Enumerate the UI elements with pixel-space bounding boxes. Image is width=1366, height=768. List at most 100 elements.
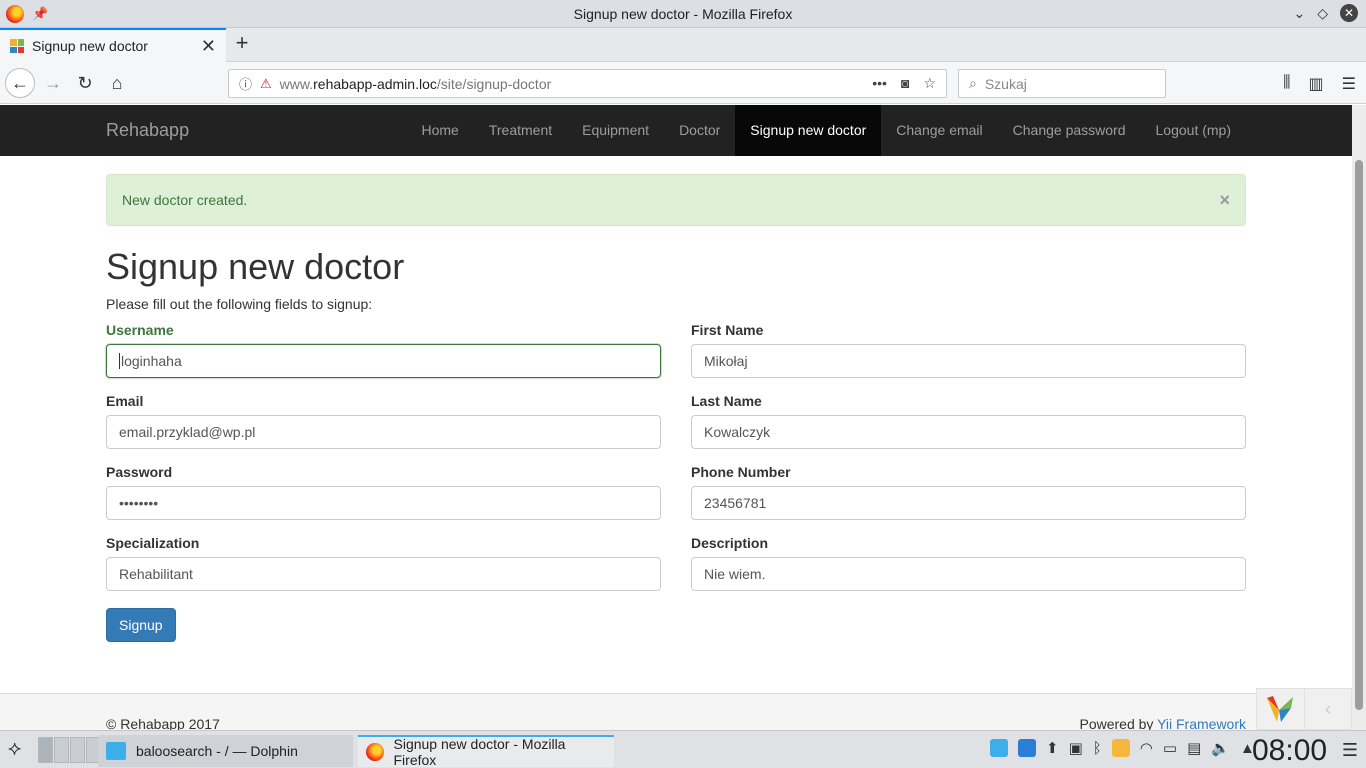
menu-home[interactable]: Home <box>406 105 473 156</box>
email-input[interactable]: email.przyklad@wp.pl <box>106 415 661 449</box>
alert-close-icon[interactable]: × <box>1219 190 1230 211</box>
menu-signup-new-doctor[interactable]: Signup new doctor <box>735 105 882 156</box>
battery-icon[interactable]: ▭ <box>1163 739 1177 757</box>
specialization-label: Specialization <box>106 535 200 551</box>
site-info-icon[interactable]: ⓘ <box>239 74 252 93</box>
minimize-icon[interactable]: ⌄ <box>1293 5 1305 22</box>
browser-toolbar: ← → ↻ ⌂ ⓘ ⚠ www.rehabapp-admin.loc/site/… <box>0 62 1366 104</box>
menu-doctor[interactable]: Doctor <box>664 105 735 156</box>
web-page: Rehabapp Home Treatment Equipment Doctor… <box>0 105 1352 730</box>
url-bar[interactable]: ⓘ ⚠ www.rehabapp-admin.loc/site/signup-d… <box>228 69 947 98</box>
email-label: Email <box>106 393 144 409</box>
phone-input[interactable]: 23456781 <box>691 486 1246 520</box>
yii-logo-icon[interactable] <box>1257 689 1304 729</box>
username-group: Username loginhaha <box>106 322 661 378</box>
bluetooth-icon[interactable]: ᛒ <box>1093 740 1102 757</box>
insecure-icon[interactable]: ⚠ <box>260 76 272 92</box>
yii-framework-link[interactable]: Yii Framework <box>1157 716 1246 730</box>
username-input[interactable]: loginhaha <box>106 344 661 378</box>
page-scrollbar[interactable] <box>1352 105 1366 730</box>
os-taskbar: ⯎ baloosearch - / — Dolphin Signup new d… <box>0 730 1366 768</box>
app-launcher-icon[interactable]: ⯎ <box>8 739 21 760</box>
sidebar-icon[interactable]: ▥ <box>1309 74 1324 94</box>
page-title: Signup new doctor <box>106 246 405 287</box>
description-input[interactable]: Nie wiem. <box>691 557 1246 591</box>
phone-group: Phone Number 23456781 <box>691 464 1246 520</box>
yii-debug-toolbar[interactable]: ‹ <box>1256 688 1352 730</box>
specialization-input[interactable]: Rehabilitant <box>106 557 661 591</box>
description-group: Description Nie wiem. <box>691 535 1246 591</box>
library-icon[interactable]: ⫼ <box>1283 74 1290 94</box>
site-menu: Home Treatment Equipment Doctor Signup n… <box>406 105 1246 156</box>
site-footer: © Rehabapp 2017 Powered by Yii Framework <box>0 693 1352 730</box>
first-name-label: First Name <box>691 322 764 338</box>
alert-message: New doctor created. <box>122 192 248 208</box>
username-label: Username <box>106 322 174 338</box>
form-intro: Please fill out the following fields to … <box>106 296 373 312</box>
virtual-desktop-pager[interactable] <box>38 737 101 763</box>
maximize-icon[interactable]: ◇ <box>1317 5 1328 22</box>
volume-icon[interactable]: 🔈 <box>1211 739 1230 757</box>
password-group: Password •••••••• <box>106 464 661 520</box>
pin-icon[interactable]: 📌 <box>32 6 48 22</box>
url-text[interactable]: www.rehabapp-admin.loc/site/signup-docto… <box>280 76 873 92</box>
wifi-icon[interactable]: ◠ <box>1140 739 1153 757</box>
firefox-icon[interactable] <box>6 5 24 23</box>
site-navbar: Rehabapp Home Treatment Equipment Doctor… <box>0 105 1352 156</box>
password-input[interactable]: •••••••• <box>106 486 661 520</box>
site-brand[interactable]: Rehabapp <box>106 120 189 141</box>
menu-logout[interactable]: Logout (mp) <box>1141 105 1246 156</box>
browser-tab[interactable]: Signup new doctor ✕ <box>0 28 226 62</box>
hamburger-menu-icon[interactable]: ☰ <box>1342 74 1356 94</box>
menu-change-email[interactable]: Change email <box>881 105 997 156</box>
clipboard-icon[interactable]: ▤ <box>1187 739 1201 757</box>
close-window-icon[interactable]: ✕ <box>1340 4 1358 22</box>
first-name-group: First Name Mikołaj <box>691 322 1246 378</box>
updates-icon[interactable]: ⬆ <box>1046 739 1059 757</box>
footer-powered: Powered by Yii Framework <box>1079 716 1246 730</box>
signup-button[interactable]: Signup <box>106 608 176 642</box>
clipboard-tray-icon[interactable] <box>1111 739 1130 757</box>
last-name-input[interactable]: Kowalczyk <box>691 415 1246 449</box>
password-label: Password <box>106 464 173 480</box>
last-name-label: Last Name <box>691 393 762 409</box>
bookmark-star-icon[interactable]: ☆ <box>923 75 936 92</box>
home-icon[interactable]: ⌂ <box>102 68 132 98</box>
search-bar[interactable]: ⌕ Szukaj <box>958 69 1166 98</box>
reload-icon[interactable]: ↻ <box>70 68 100 98</box>
scrollbar-thumb[interactable] <box>1355 160 1363 710</box>
signup-form: Username loginhaha First Name Mikołaj Em… <box>106 322 1246 606</box>
chevron-left-icon[interactable]: ‹ <box>1303 689 1351 729</box>
yii-favicon-icon <box>10 39 24 53</box>
firefox-icon <box>366 743 384 761</box>
menu-treatment[interactable]: Treatment <box>474 105 567 156</box>
info-tray-icon[interactable] <box>990 739 1008 757</box>
success-alert: New doctor created. × <box>106 174 1246 226</box>
specialization-group: Specialization Rehabilitant <box>106 535 661 591</box>
clock[interactable]: 08:00 <box>1252 734 1327 768</box>
taskbar-menu-icon[interactable]: ☰ <box>1342 740 1358 761</box>
main-container: New doctor created. × Signup new doctor … <box>106 174 1246 642</box>
phone-label: Phone Number <box>691 464 791 480</box>
system-tray: ⬆ ▣ ᛒ ◠ ▭ ▤ 🔈 ▲ <box>990 739 1255 757</box>
vault-icon[interactable]: ▣ <box>1069 739 1083 757</box>
search-placeholder: Szukaj <box>984 75 1027 92</box>
footer-copyright: © Rehabapp 2017 <box>106 716 220 730</box>
pocket-icon[interactable]: ◙ <box>901 75 909 92</box>
email-group: Email email.przyklad@wp.pl <box>106 393 661 449</box>
taskbar-item-dolphin[interactable]: baloosearch - / — Dolphin <box>98 735 353 767</box>
forward-icon[interactable]: → <box>38 68 68 98</box>
notifications-icon[interactable] <box>1018 739 1036 757</box>
tab-close-icon[interactable]: ✕ <box>201 36 216 57</box>
menu-equipment[interactable]: Equipment <box>567 105 664 156</box>
taskbar-item-firefox[interactable]: Signup new doctor - Mozilla Firefox <box>358 735 614 768</box>
dolphin-icon <box>106 742 126 760</box>
new-tab-icon[interactable]: + <box>230 30 254 56</box>
window-title: Signup new doctor - Mozilla Firefox <box>573 5 793 22</box>
back-icon[interactable]: ← <box>5 68 35 98</box>
page-actions-icon[interactable]: ••• <box>872 75 887 92</box>
description-label: Description <box>691 535 769 551</box>
menu-change-password[interactable]: Change password <box>998 105 1141 156</box>
first-name-input[interactable]: Mikołaj <box>691 344 1246 378</box>
tab-strip: Signup new doctor ✕ + <box>0 28 1366 62</box>
